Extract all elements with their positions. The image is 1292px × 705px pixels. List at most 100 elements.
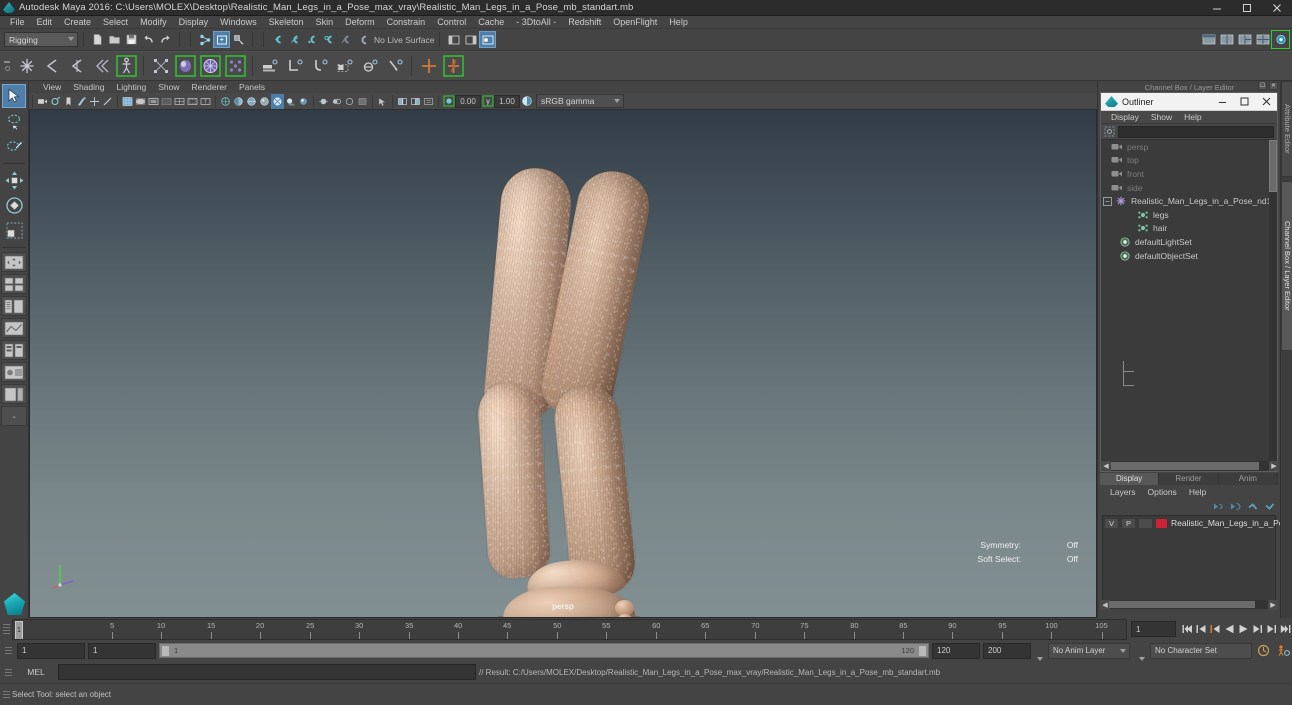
resolution-gate-icon[interactable] xyxy=(147,94,160,109)
more-layouts-icon[interactable]: - xyxy=(1,406,27,426)
layer-row[interactable]: V P Realistic_Man_Legs_in_a_Pose xyxy=(1103,516,1292,529)
redo-icon[interactable] xyxy=(157,31,174,48)
channel-box-close-button[interactable]: ✕ xyxy=(1269,82,1278,90)
new-layer-from-selected-icon[interactable] xyxy=(1230,501,1242,512)
lasso-select-tool-icon[interactable] xyxy=(2,109,26,133)
select-camera-icon[interactable] xyxy=(36,94,49,109)
exposure-icon[interactable] xyxy=(442,94,455,109)
undo-icon[interactable] xyxy=(140,31,157,48)
scroll-right-arrow-icon[interactable]: ▶ xyxy=(1269,461,1279,471)
shade-wireframe-icon[interactable] xyxy=(245,94,258,109)
anim-layer-selector[interactable]: No Anim Layer xyxy=(1048,642,1130,659)
viewport-settings-icon[interactable] xyxy=(422,94,435,109)
current-time-indicator[interactable]: 1 xyxy=(15,620,23,639)
outliner-item-hair[interactable]: hair xyxy=(1101,222,1277,236)
screen-space-ao-icon[interactable] xyxy=(297,94,310,109)
time-slider-track[interactable]: 1 5 10 15 20 25 30 35 40 45 50 55 60 65 … xyxy=(12,618,1127,640)
snap-to-curve-icon[interactable] xyxy=(286,31,303,48)
snap-to-projected-center-icon[interactable] xyxy=(320,31,337,48)
xray-joints-icon[interactable] xyxy=(396,94,409,109)
anim-start-field[interactable]: 1 xyxy=(88,642,156,659)
wireframe-icon[interactable] xyxy=(219,94,232,109)
minimize-button[interactable] xyxy=(1202,0,1232,16)
character-set-selector[interactable]: No Character Set xyxy=(1150,642,1252,659)
perspective-viewport[interactable]: persp Symmetry: Off Soft Select: Off xyxy=(29,110,1097,618)
viewport-menu-show[interactable]: Show xyxy=(152,81,185,93)
viewport-menu-lighting[interactable]: Lighting xyxy=(110,81,152,93)
wrap-deformer-icon[interactable] xyxy=(332,53,357,79)
safe-title-icon[interactable]: T xyxy=(199,94,212,109)
viewport-menu-panels[interactable]: Panels xyxy=(233,81,271,93)
playback-end-field[interactable]: 200 xyxy=(983,642,1031,659)
outliner-menu-show[interactable]: Show xyxy=(1145,111,1178,124)
gamma-icon[interactable]: γ xyxy=(481,94,494,109)
cluster-deformer-icon[interactable] xyxy=(282,53,307,79)
go-to-start-icon[interactable] xyxy=(1180,620,1194,638)
outliner-menu-help[interactable]: Help xyxy=(1178,111,1207,124)
scroll-left-arrow-icon[interactable]: ◀ xyxy=(1101,461,1111,471)
range-end-handle[interactable] xyxy=(918,644,927,657)
ik-handle-icon[interactable] xyxy=(39,53,64,79)
snap-to-point-icon[interactable] xyxy=(303,31,320,48)
shelf-grip[interactable] xyxy=(0,51,14,81)
open-scene-icon[interactable] xyxy=(106,31,123,48)
outliner-search-input[interactable] xyxy=(1118,125,1274,138)
outliner-close-button[interactable] xyxy=(1255,93,1277,111)
persp-render-layout-icon[interactable] xyxy=(1,362,27,382)
range-grip[interactable] xyxy=(2,641,14,661)
step-forward-frame-icon[interactable] xyxy=(1264,620,1278,638)
grease-pencil-icon[interactable] xyxy=(101,94,114,109)
soft-modification-icon[interactable] xyxy=(382,53,407,79)
camera-attributes-icon[interactable] xyxy=(49,94,62,109)
save-scene-icon[interactable] xyxy=(123,31,140,48)
maximize-button[interactable] xyxy=(1232,0,1262,16)
go-to-end-icon[interactable] xyxy=(1278,620,1292,638)
outliner-maximize-button[interactable] xyxy=(1233,93,1255,111)
timeline-grip[interactable] xyxy=(0,619,12,639)
gamma-value[interactable]: 1.00 xyxy=(494,94,520,108)
outliner-item-root-transform[interactable]: − Realistic_Man_Legs_in_a_Pose_nd1_ xyxy=(1101,194,1277,208)
use-all-lights-icon[interactable] xyxy=(271,93,284,109)
viewport-menu-view[interactable]: View xyxy=(37,81,67,93)
scrollbar-thumb[interactable] xyxy=(1109,601,1255,608)
menu-modify[interactable]: Modify xyxy=(134,16,173,29)
range-start-field[interactable]: 1 xyxy=(17,642,85,659)
point-constraint-icon[interactable] xyxy=(441,53,466,79)
menu-edit[interactable]: Edit xyxy=(31,16,59,29)
persp-hypershade-layout-icon[interactable] xyxy=(1,340,27,360)
xray-icon[interactable] xyxy=(376,94,389,109)
film-gate-icon[interactable] xyxy=(134,94,147,109)
layer-horizontal-scrollbar[interactable]: ◀ ▶ xyxy=(1100,599,1278,610)
new-layer-icon[interactable] xyxy=(1213,501,1225,512)
render-view-icon[interactable] xyxy=(1271,30,1290,49)
play-backwards-icon[interactable] xyxy=(1222,620,1236,638)
joint-tool-icon[interactable] xyxy=(14,53,39,79)
play-forwards-icon[interactable] xyxy=(1236,620,1250,638)
scale-tool-icon[interactable] xyxy=(2,218,26,242)
tab-display[interactable]: Display xyxy=(1100,473,1160,485)
outliner-filter-icon[interactable] xyxy=(1104,126,1115,137)
menu-constrain[interactable]: Constrain xyxy=(381,16,432,29)
menu-deform[interactable]: Deform xyxy=(339,16,381,29)
select-by-object-icon[interactable] xyxy=(213,31,230,48)
select-by-hierarchy-icon[interactable] xyxy=(196,31,213,48)
tab-anim[interactable]: Anim xyxy=(1218,473,1278,485)
make-live-icon[interactable] xyxy=(354,31,371,48)
outliner-item-default-object-set[interactable]: defaultObjectSet xyxy=(1101,249,1277,263)
smooth-shade-all-icon[interactable] xyxy=(232,94,245,109)
layer-menu-layers[interactable]: Layers xyxy=(1104,486,1142,499)
scroll-right-arrow-icon[interactable]: ▶ xyxy=(1268,599,1278,610)
menu-skin[interactable]: Skin xyxy=(310,16,340,29)
color-management-icon[interactable] xyxy=(520,94,533,109)
show-hide-editor-icon[interactable] xyxy=(445,31,462,48)
field-chart-icon[interactable] xyxy=(173,94,186,109)
bookmark-icon[interactable] xyxy=(62,94,75,109)
lattice-deformer-icon[interactable] xyxy=(257,53,282,79)
help-line-grip[interactable] xyxy=(0,685,12,705)
paint-skin-weights-icon[interactable] xyxy=(173,53,198,79)
menu-redshift[interactable]: Redshift xyxy=(562,16,607,29)
blend-shape-icon[interactable] xyxy=(357,53,382,79)
chevron-down-icon[interactable] xyxy=(1037,656,1043,661)
snap-to-view-plane-icon[interactable] xyxy=(337,31,354,48)
move-layer-up-icon[interactable] xyxy=(1247,501,1259,512)
